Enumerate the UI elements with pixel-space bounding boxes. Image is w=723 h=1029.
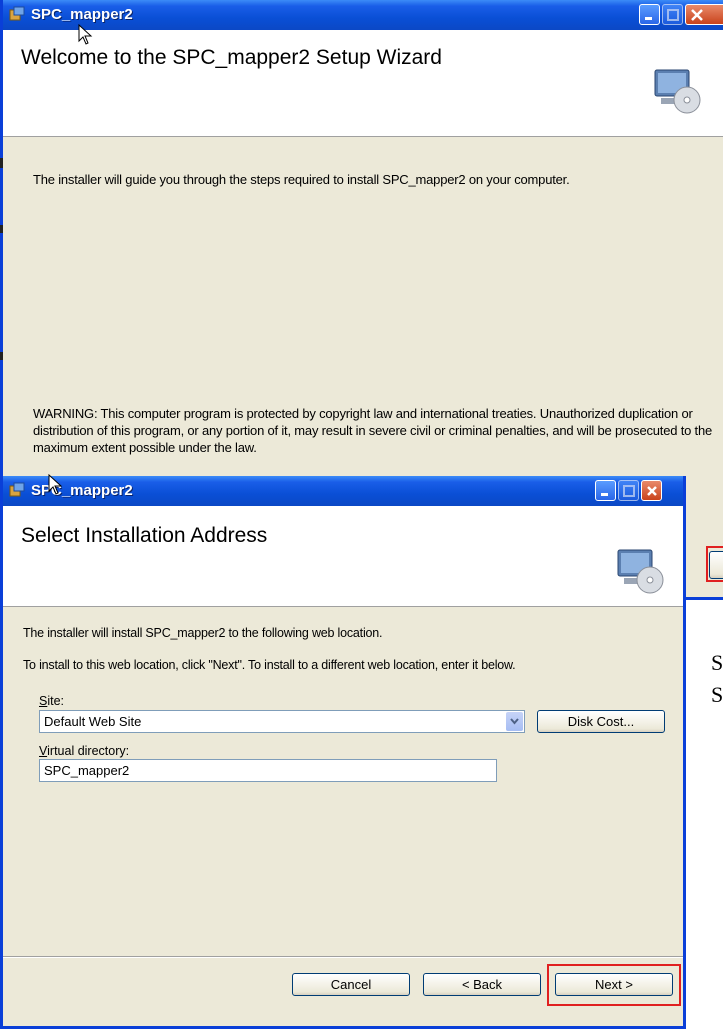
installer-icon [9, 6, 25, 22]
close-icon[interactable] [685, 4, 723, 25]
install-location-text: The installer will install SPC_mapper2 t… [23, 626, 383, 640]
install-instructions-text: To install to this web location, click "… [23, 658, 516, 672]
copyright-warning: WARNING: This computer program is protec… [33, 406, 713, 455]
site-label: Site: [39, 694, 65, 708]
back-button[interactable]: < Back [423, 973, 541, 996]
chevron-down-icon[interactable] [506, 712, 523, 731]
computer-cd-icon [653, 68, 701, 119]
cancel-button[interactable]: Cancel [292, 973, 410, 996]
button-divider [3, 956, 683, 958]
edge-mark-2 [0, 225, 3, 233]
virtual-directory-input[interactable]: SPC_mapper2 [39, 759, 497, 782]
side-text-1: S [711, 650, 723, 675]
close-icon[interactable] [641, 480, 662, 501]
install-address-window-title: SPC_mapper2 [31, 482, 133, 499]
next-button-highlight [547, 964, 681, 1006]
disk-cost-button[interactable]: Disk Cost... [537, 710, 665, 733]
install-address-heading: Select Installation Address [21, 524, 268, 547]
mouse-cursor-icon [78, 23, 94, 51]
install-address-window: SPC_mapper2 Select Installation Address … [0, 476, 686, 1029]
virtual-directory-label: Virtual directory: [39, 744, 130, 758]
welcome-next-highlight [706, 546, 723, 582]
installer-icon [9, 482, 25, 498]
side-text-2: S [711, 682, 723, 707]
minimize-icon[interactable] [595, 480, 616, 501]
maximize-icon[interactable] [662, 4, 683, 25]
maximize-icon[interactable] [618, 480, 639, 501]
install-address-header: Select Installation Address [3, 506, 683, 607]
welcome-intro: The installer will guide you through the… [33, 172, 570, 187]
edge-mark-1 [0, 158, 3, 168]
welcome-titlebar[interactable]: SPC_mapper2 [3, 0, 723, 30]
welcome-window-title: SPC_mapper2 [31, 6, 133, 23]
edge-mark-3 [0, 352, 3, 360]
computer-cd-icon [616, 548, 664, 599]
install-address-titlebar[interactable]: SPC_mapper2 [3, 476, 683, 506]
mouse-cursor-icon [48, 473, 64, 501]
welcome-header: Welcome to the SPC_mapper2 Setup Wizard [3, 30, 723, 137]
site-select[interactable]: Default Web Site [39, 710, 525, 733]
minimize-icon[interactable] [639, 4, 660, 25]
site-select-value: Default Web Site [44, 714, 142, 729]
